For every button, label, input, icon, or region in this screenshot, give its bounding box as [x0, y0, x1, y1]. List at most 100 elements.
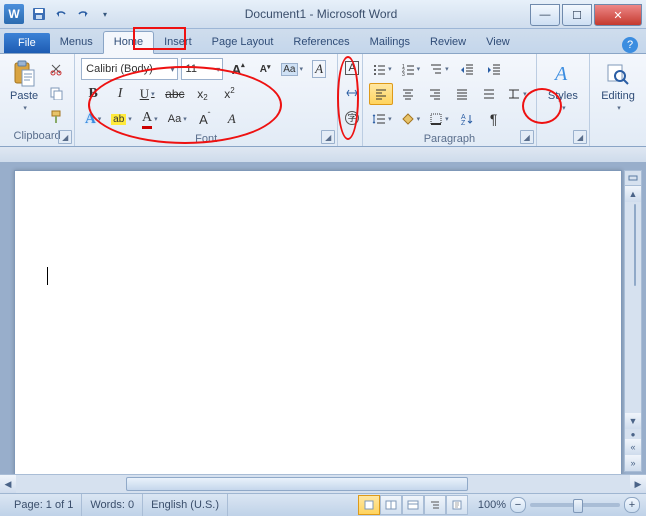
font-family-combo[interactable]: Calibri (Body)▾: [81, 58, 177, 80]
chevron-down-icon: ▾: [171, 65, 175, 74]
ruler-toggle-button[interactable]: [625, 171, 641, 186]
highlight-button[interactable]: ab▾: [108, 108, 135, 130]
close-button[interactable]: ✕: [594, 4, 642, 26]
strikethrough-button[interactable]: abc: [162, 83, 187, 105]
status-language[interactable]: English (U.S.): [143, 494, 228, 516]
align-left-button[interactable]: [369, 83, 393, 105]
undo-icon[interactable]: [52, 5, 70, 23]
help-icon[interactable]: ?: [622, 37, 638, 53]
view-full-screen-button[interactable]: [380, 495, 402, 515]
save-icon[interactable]: [30, 5, 48, 23]
zoom-slider[interactable]: [530, 503, 620, 507]
justify-button[interactable]: [450, 83, 474, 105]
scroll-right-icon[interactable]: ▶: [630, 475, 646, 493]
view-outline-button[interactable]: [424, 495, 446, 515]
shrink-font-button[interactable]: A▾: [253, 58, 277, 80]
browse-object-icon[interactable]: ●: [625, 429, 641, 439]
scroll-left-icon[interactable]: ◀: [0, 475, 16, 493]
qat-customize-icon[interactable]: ▾: [96, 5, 114, 23]
grow-font-button[interactable]: A▴: [226, 58, 250, 80]
zoom-in-button[interactable]: +: [624, 497, 640, 513]
paste-icon: [12, 60, 36, 88]
shading-button[interactable]: ▾: [398, 108, 424, 130]
zoom-slider-knob[interactable]: [573, 499, 583, 513]
tab-page-layout[interactable]: Page Layout: [202, 32, 284, 53]
text-effects-button[interactable]: A▾: [81, 108, 105, 130]
clear-formatting-button[interactable]: A: [307, 58, 331, 80]
align-center-button[interactable]: [396, 83, 420, 105]
numbering-button[interactable]: 123▾: [398, 58, 424, 80]
hscroll-track[interactable]: [16, 475, 630, 493]
multilevel-list-button[interactable]: ▾: [426, 58, 452, 80]
ribbon: Paste ▾ Clipboard ◢ Calibri (Body)▾ 11▾ …: [0, 54, 646, 147]
character-shading-button[interactable]: Aa▾: [165, 108, 190, 130]
tab-references[interactable]: References: [283, 32, 359, 53]
borders-button[interactable]: ▾: [426, 108, 452, 130]
subscript-button[interactable]: x2: [191, 83, 215, 105]
clipboard-dialog-launcher[interactable]: ◢: [58, 130, 72, 144]
tab-file[interactable]: File: [4, 33, 50, 53]
font-dialog-launcher[interactable]: ◢: [321, 130, 335, 144]
view-print-layout-button[interactable]: [358, 495, 380, 515]
next-page-icon[interactable]: »: [625, 455, 641, 471]
line-spacing-button[interactable]: ▾: [369, 108, 395, 130]
tab-review[interactable]: Review: [420, 32, 476, 53]
zoom-out-button[interactable]: −: [510, 497, 526, 513]
tab-insert[interactable]: Insert: [154, 32, 202, 53]
redo-icon[interactable]: [74, 5, 92, 23]
styles-dialog-launcher[interactable]: ◢: [573, 130, 587, 144]
tab-view[interactable]: View: [476, 32, 520, 53]
font-color-button[interactable]: A▾: [138, 108, 162, 130]
phonetic-guide-button[interactable]: A: [220, 108, 244, 130]
view-draft-button[interactable]: [446, 495, 468, 515]
editing-button[interactable]: Editing ▾: [596, 58, 640, 114]
find-icon: [606, 60, 630, 88]
font-size-combo[interactable]: 11▾: [181, 58, 224, 80]
paste-button[interactable]: Paste ▾: [6, 58, 42, 128]
decrease-indent-button[interactable]: [455, 58, 479, 80]
change-case-button[interactable]: Aa▾: [280, 58, 304, 80]
status-page[interactable]: Page: 1 of 1: [6, 494, 82, 516]
underline-button[interactable]: U▾: [135, 83, 159, 105]
fit-text-button[interactable]: [340, 83, 364, 104]
bullets-button[interactable]: ▾: [369, 58, 395, 80]
status-bar: Page: 1 of 1 Words: 0 English (U.S.) 100…: [0, 493, 646, 516]
scroll-up-icon[interactable]: ▲: [625, 186, 641, 202]
superscript-button[interactable]: x2: [218, 83, 242, 105]
group-label-font: Font: [81, 133, 331, 147]
styles-button[interactable]: A Styles ▾: [543, 58, 583, 114]
minimize-button[interactable]: —: [530, 4, 560, 26]
cut-button[interactable]: [44, 58, 68, 80]
view-web-layout-button[interactable]: [402, 495, 424, 515]
enclose-characters-button[interactable]: Aˆ: [193, 108, 217, 130]
document-page[interactable]: [14, 170, 622, 476]
zoom-level[interactable]: 100%: [478, 499, 506, 511]
tab-home[interactable]: Home: [103, 31, 154, 54]
italic-button[interactable]: I: [108, 83, 132, 105]
tab-menus[interactable]: Menus: [50, 32, 103, 53]
format-painter-button[interactable]: [44, 106, 68, 128]
sort-button[interactable]: AZ: [455, 108, 479, 130]
distributed-button[interactable]: [477, 83, 501, 105]
editing-label: Editing: [601, 90, 635, 102]
maximize-button[interactable]: ☐: [562, 4, 592, 26]
hscroll-thumb[interactable]: [126, 477, 468, 491]
bold-button[interactable]: B: [81, 83, 105, 105]
app-icon[interactable]: W: [4, 4, 24, 24]
vertical-scrollbar[interactable]: ▲ ▼ ● « »: [624, 170, 642, 472]
status-words[interactable]: Words: 0: [82, 494, 143, 516]
scroll-down-icon[interactable]: ▼: [625, 413, 641, 429]
svg-text:3: 3: [402, 72, 405, 76]
show-hide-button[interactable]: ¶: [482, 108, 506, 130]
asian-layout-button[interactable]: ▾: [504, 83, 530, 105]
character-border-button[interactable]: A: [340, 58, 364, 79]
scroll-thumb[interactable]: [634, 204, 636, 286]
horizontal-scrollbar[interactable]: ◀ ▶: [0, 474, 646, 494]
copy-button[interactable]: [44, 82, 68, 104]
increase-indent-button[interactable]: [482, 58, 506, 80]
tab-mailings[interactable]: Mailings: [360, 32, 420, 53]
paragraph-dialog-launcher[interactable]: ◢: [520, 130, 534, 144]
enclose-button[interactable]: 字: [340, 107, 364, 128]
prev-page-icon[interactable]: «: [625, 439, 641, 455]
align-right-button[interactable]: [423, 83, 447, 105]
